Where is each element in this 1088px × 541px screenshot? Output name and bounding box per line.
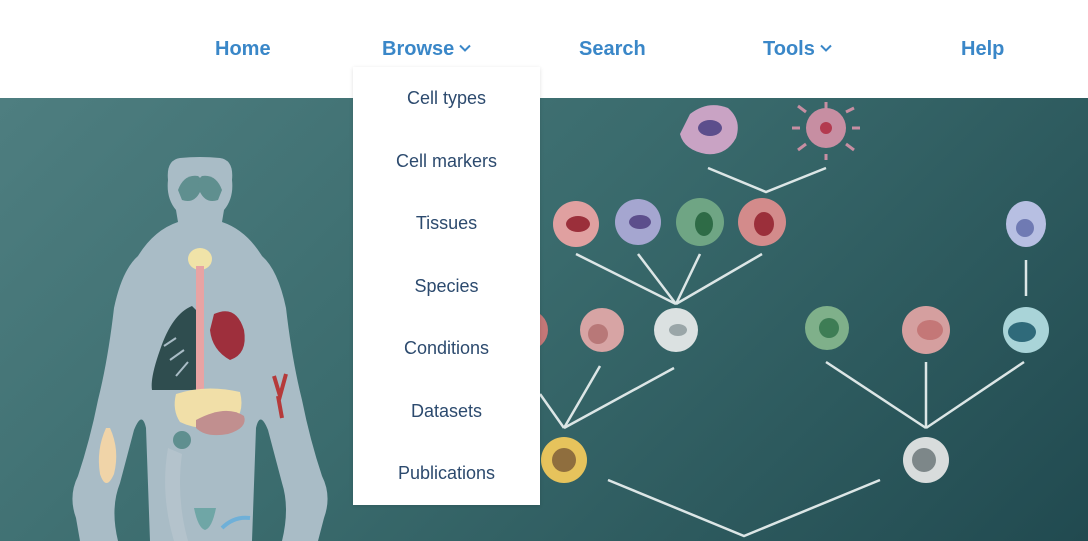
nav-search-link[interactable]: Search	[579, 34, 646, 64]
menu-item-tissues[interactable]: Tissues	[353, 213, 540, 234]
top-navigation: Home Browse Search Tools Help	[0, 0, 1088, 98]
browse-dropdown-menu: Cell types Cell markers Tissues Species …	[353, 67, 540, 505]
hero-illustration	[72, 102, 1049, 541]
chevron-down-icon	[459, 44, 471, 52]
menu-item-publications[interactable]: Publications	[353, 463, 540, 484]
cell-lineage-illustration	[508, 102, 1049, 538]
hero-banner	[0, 98, 1088, 541]
human-body-illustration	[72, 157, 328, 541]
menu-item-conditions[interactable]: Conditions	[353, 338, 540, 359]
nav-search-label: Search	[579, 38, 646, 60]
nav-help-link[interactable]: Help	[961, 34, 1004, 64]
nav-home-label: Home	[215, 38, 271, 60]
nav-browse-link[interactable]: Browse	[382, 34, 472, 64]
nav-home-link[interactable]: Home	[215, 34, 271, 64]
menu-item-datasets[interactable]: Datasets	[353, 401, 540, 422]
menu-item-cell-types[interactable]: Cell types	[353, 88, 540, 109]
nav-help-label: Help	[961, 38, 1005, 60]
nav-tools-label: Tools	[763, 38, 815, 60]
nav-tools-link[interactable]: Tools	[763, 34, 833, 64]
chevron-down-icon	[820, 44, 832, 52]
menu-item-cell-markers[interactable]: Cell markers	[353, 151, 540, 172]
menu-item-species[interactable]: Species	[353, 276, 540, 297]
nav-browse-label: Browse	[382, 38, 455, 60]
